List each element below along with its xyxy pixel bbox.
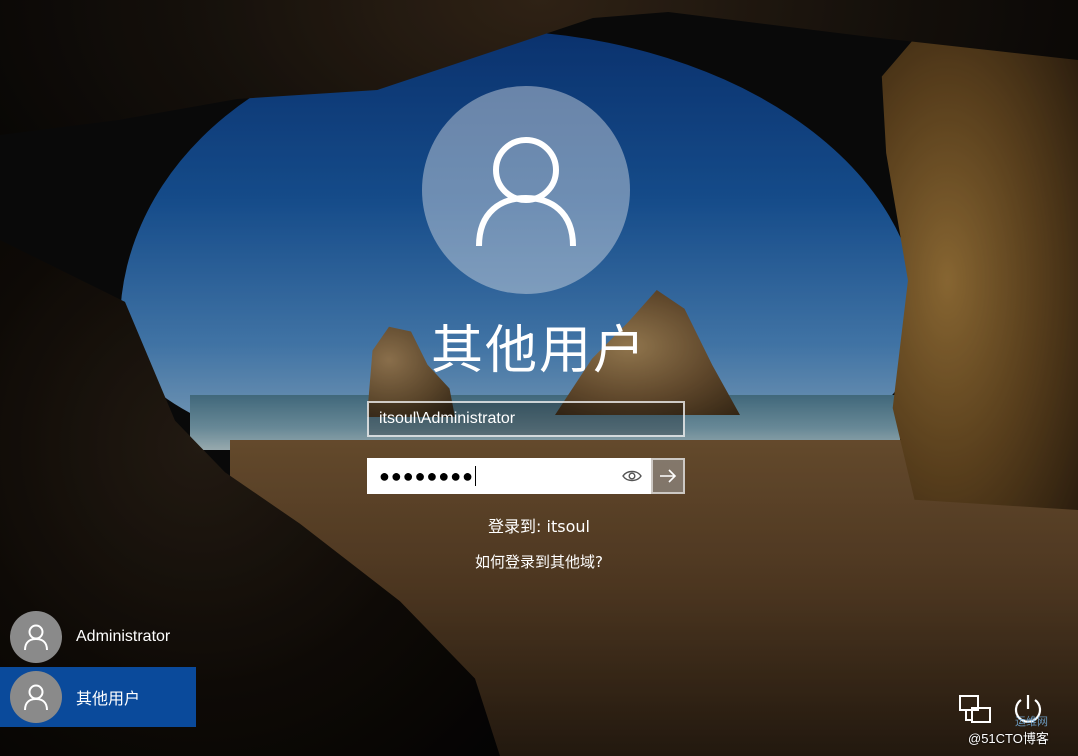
submit-button[interactable] (651, 458, 685, 494)
user-avatar-small (10, 611, 62, 663)
user-list-item-label: 其他用户 (76, 691, 141, 708)
user-avatar-small (10, 671, 62, 723)
watermark-site: 运维网 (1015, 715, 1048, 728)
arrow-right-icon (660, 469, 677, 483)
user-icon (24, 684, 48, 711)
user-list-item-other-user[interactable]: 其他用户 (0, 667, 196, 727)
user-list-item-label: Administrator (76, 628, 171, 645)
user-avatar (422, 86, 630, 294)
password-mask: ●●●●●●●● (379, 465, 474, 486)
other-domain-link[interactable]: 如何登录到其他域? (0, 551, 1078, 572)
user-icon (24, 624, 48, 651)
network-icon[interactable] (955, 690, 995, 730)
username-field[interactable]: itsoul\Administrator (367, 401, 685, 437)
user-list-item-administrator[interactable]: Administrator (0, 607, 196, 667)
password-field[interactable]: ●●●●●●●● (367, 458, 651, 494)
sign-in-domain-text: 登录到: itsoul (488, 517, 590, 536)
watermark: @51CTO博客 (968, 731, 1049, 746)
user-name-title: 其他用户 (430, 321, 647, 381)
user-icon (476, 137, 576, 247)
eye-icon[interactable] (619, 462, 645, 490)
text-caret (474, 466, 476, 486)
